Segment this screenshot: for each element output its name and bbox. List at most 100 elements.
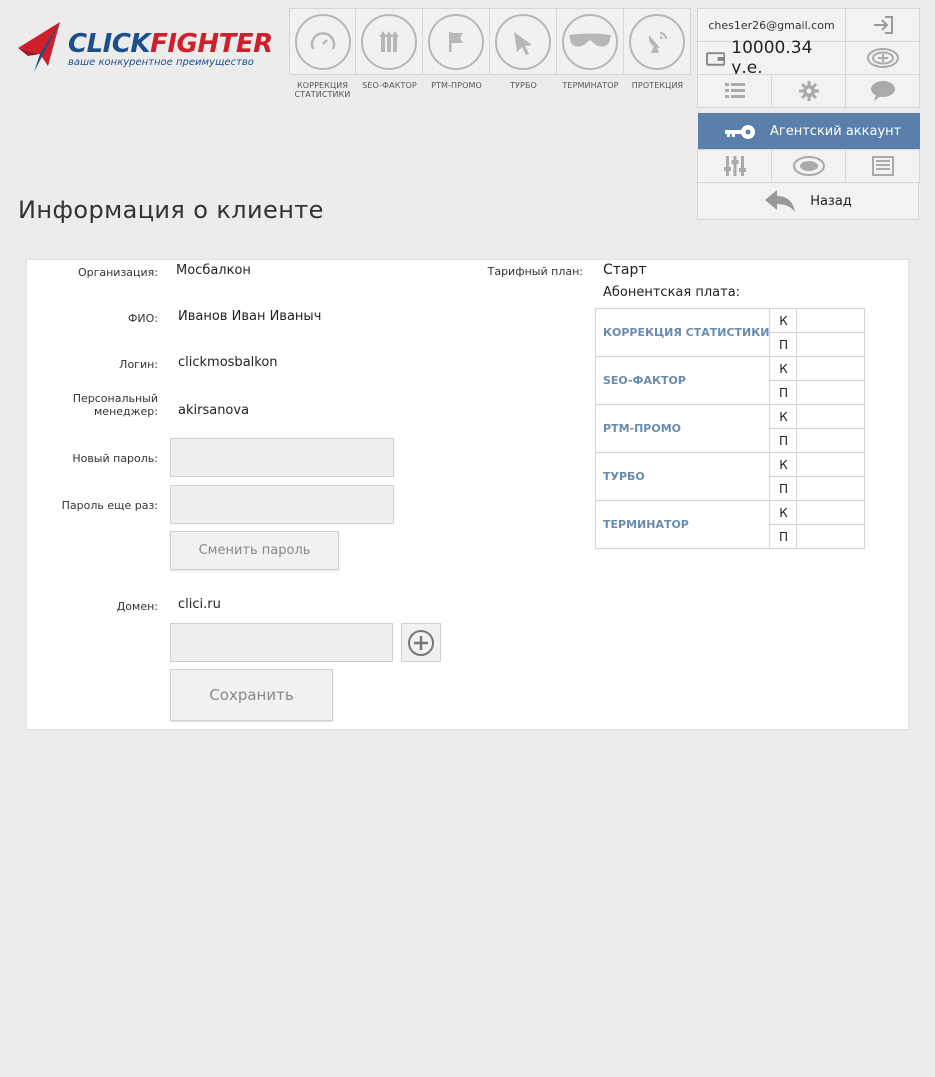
nav-label: PTM-ПРОМО	[431, 81, 482, 90]
agent-account-label: Агентский аккаунт	[770, 124, 902, 139]
reply-arrow-icon	[765, 190, 796, 212]
sliders-button[interactable]	[697, 149, 772, 183]
coin-add-icon	[866, 48, 899, 68]
sunglasses-icon	[569, 33, 611, 47]
new-password-input[interactable]	[170, 438, 394, 477]
plan-fee-table: КОРРЕКЦИЯ СТАТИСТИКИ К П SEO-ФАКТОР К П …	[594, 308, 866, 549]
report-button[interactable]	[845, 149, 920, 183]
domain-value: clici.ru	[178, 597, 221, 612]
account-email[interactable]: ches1er26@gmail.com	[697, 8, 846, 42]
plus-circle-icon	[408, 629, 434, 656]
agent-account-button[interactable]: Агентский аккаунт	[698, 113, 920, 150]
plan-row-name: PTM-ПРОМО	[594, 404, 771, 453]
nav-item-terminator[interactable]: ТЕРМИНАТОР	[557, 8, 624, 99]
tariff-label: Тарифный план:	[487, 265, 583, 278]
plan-row-name: КОРРЕКЦИЯ СТАТИСТИКИ	[594, 308, 771, 357]
coins-button[interactable]	[771, 149, 846, 183]
fio-value: Иванов Иван Иваныч	[178, 309, 322, 324]
nav-item-turbo[interactable]: ТУРБО	[490, 8, 557, 99]
coins-stack-icon	[792, 156, 825, 176]
sliders-icon	[723, 156, 746, 176]
table-row: ТЕРМИНАТОР К	[594, 500, 866, 549]
plan-p-label: П	[769, 476, 798, 501]
plan-row-name: ТЕРМИНАТОР	[594, 500, 771, 549]
balance-value: 10000.34 у.е.	[731, 38, 813, 78]
back-button[interactable]: Назад	[697, 182, 919, 220]
list-button[interactable]	[697, 74, 772, 108]
organization-label: Организация:	[77, 266, 158, 279]
product-nav: КОРРЕКЦИЯ СТАТИСТИКИ SEO-ФАКТОР PTM-ПРОМ…	[289, 8, 691, 99]
fee-label: Абонентская плата:	[603, 285, 741, 300]
tariff-value: Старт	[603, 262, 647, 278]
plan-p-value	[796, 428, 866, 453]
plan-k-value	[796, 452, 866, 477]
manager-value: akirsanova	[178, 403, 250, 418]
nav-label: SEO-ФАКТОР	[362, 81, 417, 90]
nav-label: КОРРЕКЦИЯ СТАТИСТИКИ	[294, 81, 351, 99]
new-domain-input[interactable]	[170, 623, 393, 662]
plan-k-value	[796, 500, 866, 525]
key-icon	[725, 124, 755, 139]
cursor-icon	[514, 31, 532, 55]
nav-item-ptm-promo[interactable]: PTM-ПРОМО	[423, 8, 490, 99]
plan-p-label: П	[769, 380, 798, 405]
plan-p-label: П	[769, 524, 798, 549]
plan-k-label: К	[769, 356, 798, 381]
nav-item-protection[interactable]: ПРОТЕКЦИЯ	[624, 8, 691, 99]
account-panel: ches1er26@gmail.com 10000.34 у.е. Агентс…	[697, 8, 920, 221]
client-info-card: Организация: Мосбалкон ФИО: Иванов Иван …	[26, 259, 909, 730]
nav-item-seo-factor[interactable]: SEO-ФАКТОР	[356, 8, 423, 99]
plan-p-value	[796, 332, 866, 357]
change-password-button[interactable]: Сменить пароль	[170, 531, 339, 570]
gear-icon	[798, 81, 819, 101]
flag-icon	[449, 31, 463, 52]
chat-bubble-icon	[870, 81, 895, 101]
table-row: SEO-ФАКТОР К	[594, 356, 866, 405]
plan-k-label: К	[769, 452, 798, 477]
gauge-icon	[310, 31, 335, 50]
plan-k-value	[796, 356, 866, 381]
wallet-icon	[706, 52, 726, 66]
organization-value: Мосбалкон	[176, 263, 251, 278]
document-icon	[871, 156, 894, 176]
plan-k-value	[796, 308, 866, 333]
nav-item-stat-correction[interactable]: КОРРЕКЦИЯ СТАТИСТИКИ	[289, 8, 356, 99]
add-domain-button[interactable]	[401, 623, 441, 662]
plan-k-label: К	[769, 404, 798, 429]
brand-tagline: ваше конкурентное преимущество	[68, 57, 254, 68]
plan-k-label: К	[769, 308, 798, 333]
nav-label: ТЕРМИНАТОР	[562, 81, 619, 90]
repeat-password-label: Пароль еще раз:	[61, 499, 158, 512]
plan-p-value	[796, 380, 866, 405]
plan-row-name: SEO-ФАКТОР	[594, 356, 771, 405]
manager-label: Персональный менеджер:	[72, 392, 158, 418]
new-password-label: Новый пароль:	[72, 452, 158, 465]
account-balance: 10000.34 у.е.	[697, 38, 846, 78]
login-value: clickmosbalkon	[178, 355, 278, 370]
repeat-password-input[interactable]	[170, 485, 394, 524]
logo[interactable]: CLICKFIGHTER ваше конкурентное преимущес…	[14, 18, 286, 76]
logout-icon	[873, 16, 893, 34]
table-row: КОРРЕКЦИЯ СТАТИСТИКИ К	[594, 308, 866, 357]
nav-label: ТУРБО	[510, 81, 537, 90]
page-title: Информация о клиенте	[18, 196, 324, 224]
brand-name: CLICKFIGHTER	[68, 29, 273, 59]
plan-row-name: ТУРБО	[594, 452, 771, 501]
plan-k-label: К	[769, 500, 798, 525]
save-button[interactable]: Сохранить	[170, 669, 333, 721]
plan-p-value	[796, 476, 866, 501]
table-row: ТУРБО К	[594, 452, 866, 501]
table-row: PTM-ПРОМО К	[594, 404, 866, 453]
nav-label: ПРОТЕКЦИЯ	[631, 81, 684, 90]
arrows-up-icon	[379, 30, 399, 52]
plan-p-value	[796, 524, 866, 549]
settings-button[interactable]	[771, 74, 846, 108]
plan-p-label: П	[769, 428, 798, 453]
back-label: Назад	[810, 193, 852, 209]
satellite-dish-icon	[648, 31, 667, 53]
logout-button[interactable]	[845, 8, 920, 42]
login-label: Логин:	[119, 358, 158, 371]
top-up-button[interactable]	[845, 41, 920, 75]
fio-label: ФИО:	[127, 312, 158, 325]
messages-button[interactable]	[845, 74, 920, 108]
